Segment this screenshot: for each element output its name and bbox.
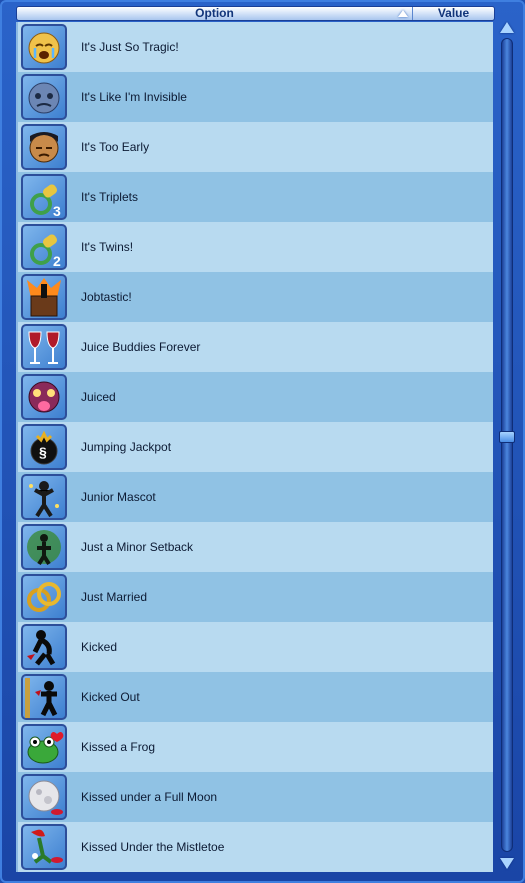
list-item-label: It's Triplets	[81, 190, 138, 204]
sort-ascending-icon[interactable]	[398, 10, 408, 17]
list-item-label: Kissed under a Full Moon	[81, 790, 218, 804]
option-list: It's Just So Tragic! It's Like I'm Invisi…	[16, 22, 493, 872]
list-item[interactable]: It's Too Early	[18, 122, 493, 172]
list-item-label: Kissed a Frog	[81, 740, 156, 754]
option-header-label: Option	[195, 6, 234, 20]
list-item[interactable]: Kissed Under the Mistletoe	[18, 822, 493, 872]
smoke-figure-icon	[21, 524, 67, 570]
list-item[interactable]: It's Like I'm Invisible	[18, 72, 493, 122]
list-item-label: Just Married	[81, 590, 148, 604]
svg-text:§: §	[39, 444, 47, 460]
list-item[interactable]: Jobtastic!	[18, 272, 493, 322]
svg-text:3: 3	[53, 203, 61, 218]
svg-text:2: 2	[53, 253, 61, 268]
podium-icon	[21, 274, 67, 320]
list-item[interactable]: Kissed under a Full Moon	[18, 772, 493, 822]
frog-icon	[21, 724, 67, 770]
list-item-label: Juice Buddies Forever	[81, 340, 201, 354]
tongue-face-icon	[21, 374, 67, 420]
list-item-label: Jumping Jackpot	[81, 440, 172, 454]
list-item-label: Kissed Under the Mistletoe	[81, 840, 225, 854]
scroll-track[interactable]	[501, 38, 513, 852]
value-column-header[interactable]: Value	[413, 7, 494, 20]
money-bag-icon: §	[21, 424, 67, 470]
list-item-label: Jobtastic!	[81, 290, 132, 304]
list-item[interactable]: It's Just So Tragic!	[18, 22, 493, 72]
list-item-label: Kicked	[81, 640, 118, 654]
list-item-label: It's Just So Tragic!	[81, 40, 179, 54]
arrow-up-icon	[500, 21, 514, 33]
mistletoe-icon	[21, 824, 67, 870]
list-item[interactable]: Just a Minor Setback	[18, 522, 493, 572]
mascot-icon	[21, 474, 67, 520]
wine-glasses-icon	[21, 324, 67, 370]
list-item-label: Kicked Out	[81, 690, 140, 704]
moodlet-list-window: Option Value It's Just So Tragic! It's Li…	[0, 0, 525, 883]
sleepy-face-icon	[21, 124, 67, 170]
list-item-label: Juiced	[81, 390, 116, 404]
crying-face-icon	[21, 24, 67, 70]
arrow-down-icon	[500, 857, 514, 869]
scroll-thumb[interactable]	[499, 431, 515, 443]
list-item[interactable]: § Jumping Jackpot	[18, 422, 493, 472]
list-item[interactable]: Junior Mascot	[18, 472, 493, 522]
list-item[interactable]: 2 It's Twins!	[18, 222, 493, 272]
wedding-rings-icon	[21, 574, 67, 620]
list-item[interactable]: 3 It's Triplets	[18, 172, 493, 222]
list-item[interactable]: Juice Buddies Forever	[18, 322, 493, 372]
list-item-label: It's Twins!	[81, 240, 134, 254]
list-item[interactable]: Kicked Out	[18, 672, 493, 722]
pacifier-2-icon: 2	[21, 224, 67, 270]
option-column-header[interactable]: Option	[17, 7, 413, 20]
gray-face-icon	[21, 74, 67, 120]
list-item[interactable]: Juiced	[18, 372, 493, 422]
pacifier-3-icon: 3	[21, 174, 67, 220]
list-item[interactable]: Kissed a Frog	[18, 722, 493, 772]
list-item-label: It's Too Early	[81, 140, 150, 154]
list-item-label: Just a Minor Setback	[81, 540, 194, 554]
column-header: Option Value	[16, 6, 495, 21]
list-item-label: Junior Mascot	[81, 490, 156, 504]
scroll-down-button[interactable]	[497, 854, 517, 872]
kicked-figure-icon	[21, 624, 67, 670]
list-item[interactable]: Kicked	[18, 622, 493, 672]
vertical-scrollbar[interactable]	[496, 18, 518, 872]
kicked-out-figure-icon	[21, 674, 67, 720]
list-item-label: It's Like I'm Invisible	[81, 90, 187, 104]
scroll-up-button[interactable]	[497, 18, 517, 36]
value-header-label: Value	[437, 6, 470, 20]
moon-icon	[21, 774, 67, 820]
list-item[interactable]: Just Married	[18, 572, 493, 622]
